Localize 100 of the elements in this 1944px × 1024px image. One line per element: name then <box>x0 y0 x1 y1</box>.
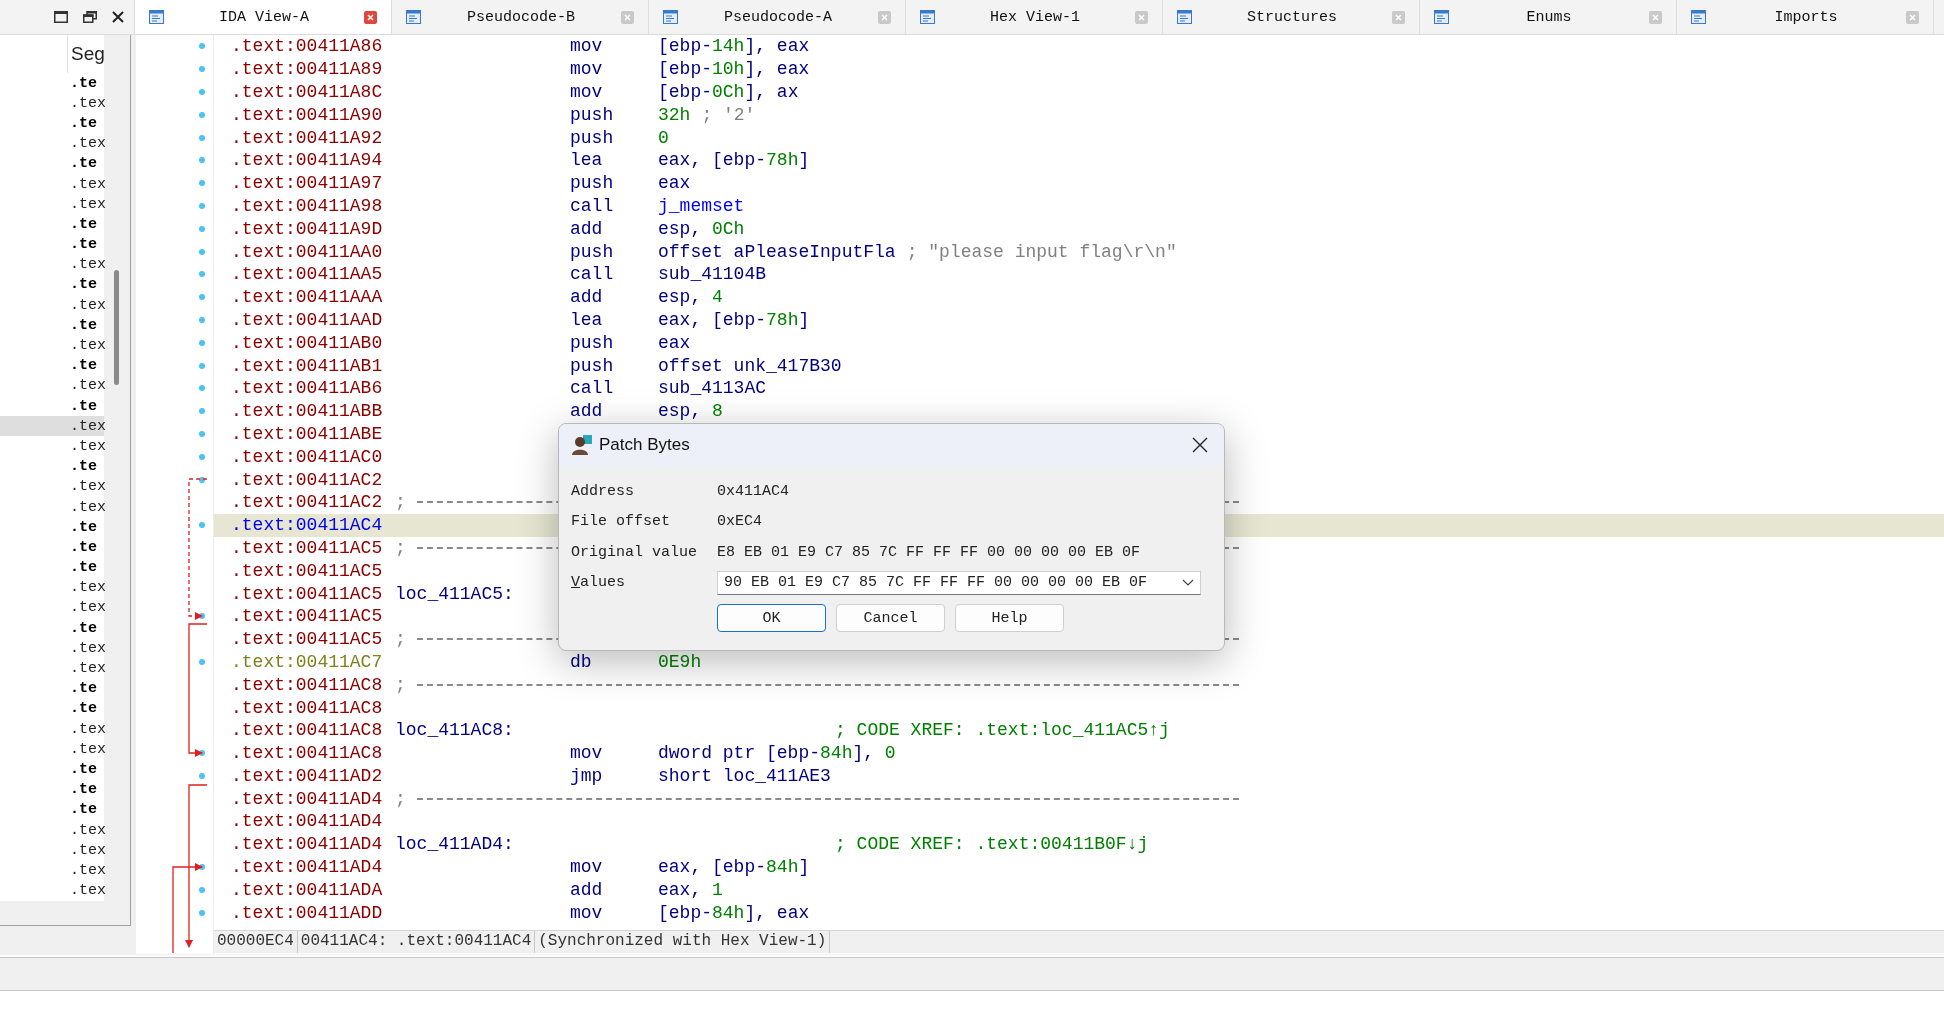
segment-row[interactable]: .tex <box>0 577 104 598</box>
mnemonic: call <box>570 378 615 399</box>
segment-row[interactable]: .te <box>0 618 104 639</box>
scrollbar-thumb[interactable] <box>114 270 119 385</box>
operand: eax, [ebp-84h] <box>658 857 810 878</box>
segment-row[interactable]: .te <box>0 274 104 296</box>
field-value: E8 EB 01 E9 C7 85 7C FF FF FF 00 00 00 00 EB 0F <box>717 543 1141 561</box>
segment-row[interactable]: .te <box>0 456 104 477</box>
dialog-button[interactable]: Help <box>955 604 1064 632</box>
tab[interactable]: IDA View-A <box>135 0 392 34</box>
operand: esp, 8 <box>658 401 723 422</box>
values-field[interactable]: 90 EB 01 E9 C7 85 7C FF FF FF 00 00 00 00 EB 0F <box>717 570 1201 595</box>
address: .text:00411ABE <box>231 423 384 444</box>
address: .text:00411AC8 <box>231 743 384 764</box>
operand: sub_4113AC <box>658 378 767 399</box>
operand: eax <box>658 173 691 194</box>
mnemonic: push <box>570 332 615 353</box>
operand: offset unk_417B30 <box>658 355 842 376</box>
address: .text:00411AB0 <box>231 332 384 353</box>
segment-row[interactable]: .te <box>0 214 104 235</box>
separator-mark: ; <box>395 788 407 809</box>
window-icon <box>920 10 935 24</box>
segment-row[interactable]: .te <box>0 799 104 820</box>
segment-row[interactable]: .tex <box>0 719 104 740</box>
segment-row[interactable]: .te <box>0 396 104 417</box>
segment-row[interactable]: .te <box>0 698 104 719</box>
segment-row[interactable]: .tex <box>0 194 104 215</box>
mnemonic: call <box>570 195 615 216</box>
segment-row[interactable]: .tex <box>0 335 104 356</box>
segment-row[interactable]: .tex <box>0 254 104 275</box>
segment-row[interactable]: .tex <box>0 880 104 901</box>
operand: dword ptr [ebp-84h], 0 <box>658 743 896 764</box>
dialog-button[interactable]: OK <box>717 604 826 632</box>
operand: eax, [ebp-78h] <box>658 150 810 171</box>
person-icon <box>571 434 593 456</box>
segment-row[interactable]: .te <box>0 678 104 699</box>
address: .text:00411A86 <box>231 36 384 57</box>
mnemonic: push <box>570 241 615 262</box>
segment-row[interactable]: .te <box>0 557 104 578</box>
field-label: Address <box>571 482 635 500</box>
segment-row[interactable]: .tex <box>0 375 104 396</box>
field-label: File offset <box>571 513 672 531</box>
segment-row[interactable]: .tex <box>0 597 104 619</box>
mnemonic: mov <box>570 82 604 102</box>
segment-row[interactable]: .tex <box>0 93 104 114</box>
segment-row[interactable]: .tex <box>0 739 104 760</box>
address: .text:00411AD2 <box>231 765 384 786</box>
operand: [ebp-10h], eax <box>658 59 810 80</box>
field-label: Original value <box>571 543 699 561</box>
address: .text:00411AC5 <box>231 583 384 604</box>
segment-row[interactable]: .tex <box>0 658 104 679</box>
segment-row[interactable]: .tex <box>0 496 104 518</box>
segment-row[interactable]: .te <box>0 234 104 255</box>
segment-row[interactable]: .te <box>0 113 104 134</box>
mnemonic: add <box>570 879 604 900</box>
address: .text:00411AD4 <box>231 788 384 809</box>
segment-row[interactable]: .tex <box>0 840 104 861</box>
address: .text:00411AC4 <box>231 515 384 536</box>
segment-row[interactable]: .te <box>0 779 104 800</box>
comment: ; CODE XREF: .text:loc_411AC5↑j <box>835 720 1170 741</box>
dialog-button[interactable]: Cancel <box>836 604 945 632</box>
operand: eax, [ebp-78h] <box>658 309 810 330</box>
segment-row[interactable]: .tex <box>0 416 104 437</box>
address: .text:00411AAA <box>231 287 384 308</box>
window-icon <box>149 10 164 24</box>
segment-row[interactable]: .tex <box>0 173 104 195</box>
address: .text:00411AD4 <box>231 811 384 832</box>
segment-row[interactable]: .tex <box>0 819 104 841</box>
operand: j_memset <box>658 195 745 216</box>
operand: eax <box>658 332 691 353</box>
segment-row[interactable]: .te <box>0 153 104 174</box>
window-icon <box>1434 10 1449 24</box>
address: .text:00411AC8 <box>231 697 384 718</box>
segment-row[interactable]: .tex <box>0 295 104 316</box>
operand: 0 <box>658 127 669 148</box>
segment-row[interactable]: .te <box>0 315 104 336</box>
segment-row[interactable]: .te <box>0 537 104 558</box>
segment-row[interactable]: .tex <box>0 638 104 659</box>
window-icon <box>663 10 678 24</box>
address: .text:00411AD4 <box>231 857 384 878</box>
address: .text:00411AC5 <box>231 606 384 627</box>
address: .text:00411AB6 <box>231 378 384 399</box>
operand: 32h <box>658 104 691 125</box>
segment-row[interactable]: .tex <box>0 133 104 154</box>
segment-row[interactable]: .tex <box>0 436 104 457</box>
restore-icon[interactable] <box>83 11 97 23</box>
address: .text:00411AD4 <box>231 834 384 855</box>
segment-row[interactable]: .te <box>0 73 104 94</box>
segment-row[interactable]: .te <box>0 517 104 538</box>
segment-row[interactable]: .tex <box>0 860 104 881</box>
window-icon <box>1177 10 1192 24</box>
field-label: Values <box>571 574 627 592</box>
close-icon[interactable] <box>112 11 124 23</box>
segment-row[interactable]: .te <box>0 759 104 780</box>
separator-mark: ; <box>395 674 407 695</box>
maximize-icon[interactable] <box>54 11 68 23</box>
segment-row[interactable]: .tex <box>0 476 104 497</box>
segment-row[interactable]: .te <box>0 355 104 376</box>
address: .text:00411AC5 <box>231 537 384 558</box>
address: .text:00411AC0 <box>231 446 384 467</box>
